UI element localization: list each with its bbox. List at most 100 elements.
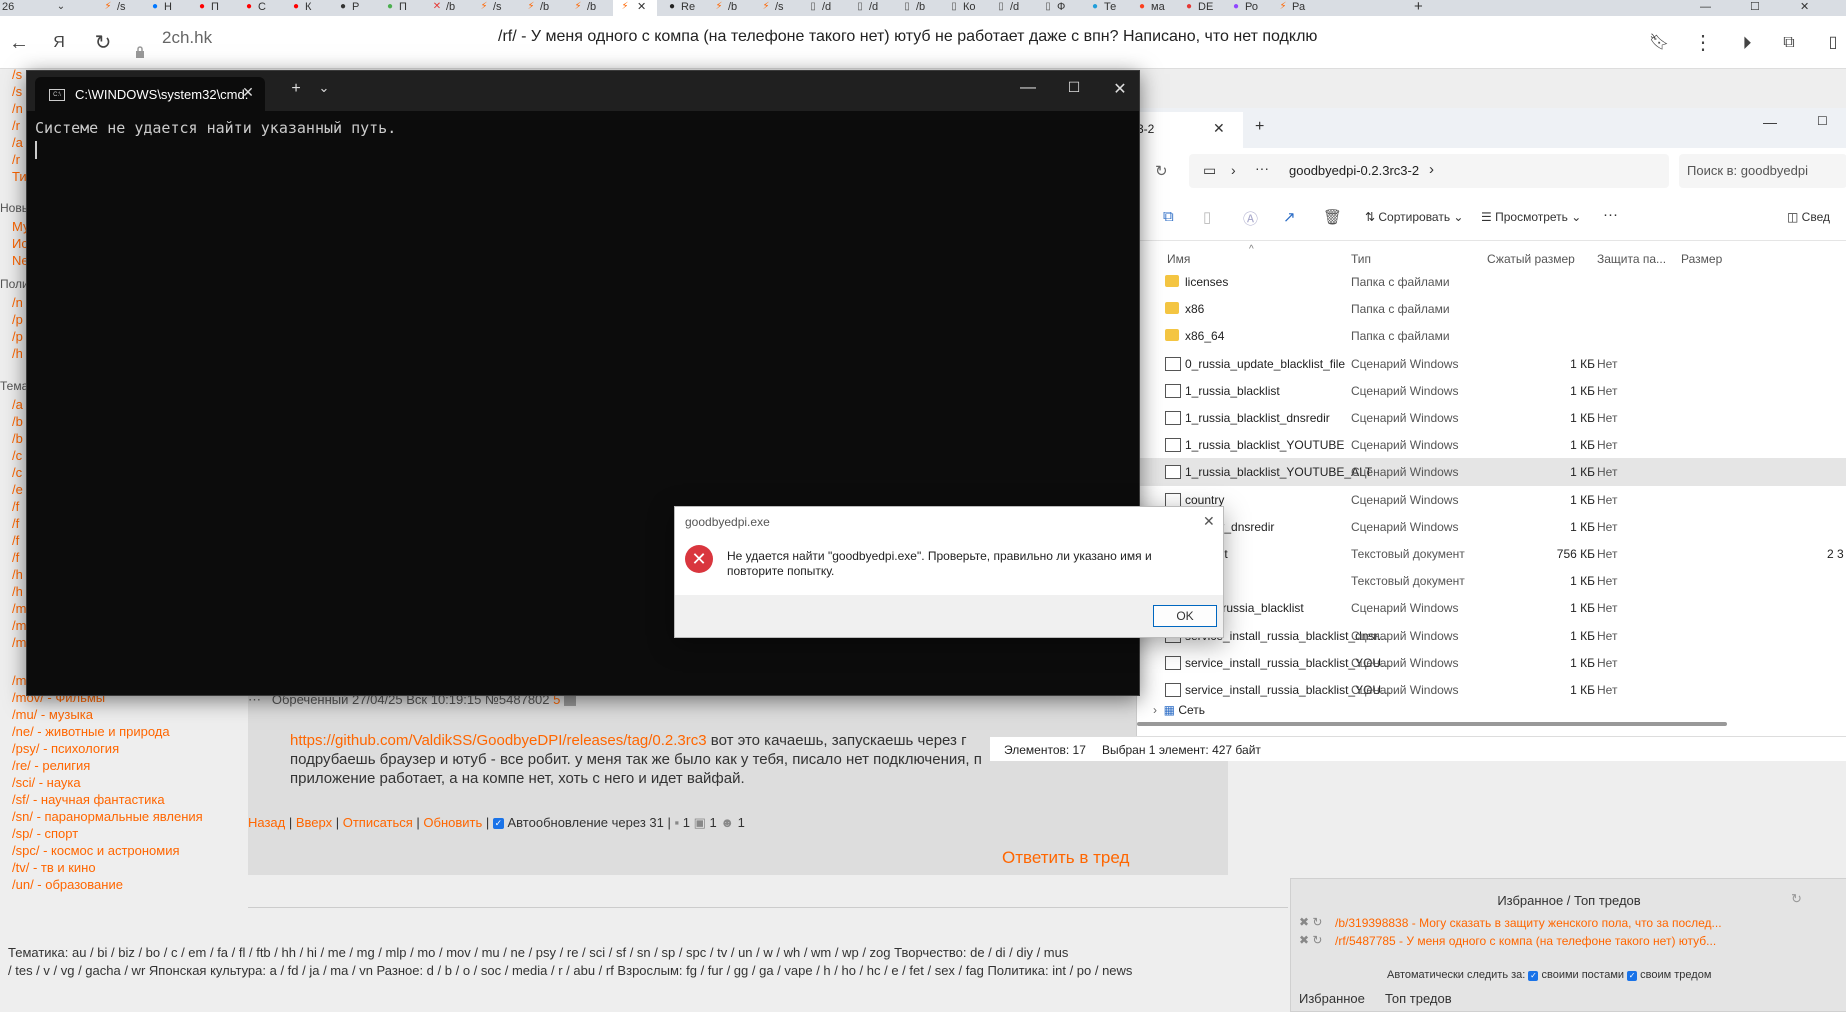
file-row[interactable]: x86 Папка с файлами	[1137, 295, 1846, 323]
browser-tab[interactable]: ▯ Ф	[1036, 0, 1080, 16]
file-row[interactable]: licenses Папка с файлами	[1137, 268, 1846, 296]
browser-tab[interactable]: ● DE	[1177, 0, 1221, 16]
bookmark-icon[interactable]: 🔖︎	[1646, 30, 1672, 56]
unsubscribe-link[interactable]: Отписаться	[343, 815, 413, 830]
sidebar-board-link[interactable]: /m	[12, 635, 26, 650]
more-icon[interactable]: ···	[1255, 160, 1269, 176]
remove-icon[interactable]: ✖ ↻	[1299, 915, 1322, 929]
sidebar-board-link[interactable]: /c	[12, 465, 22, 480]
column-type[interactable]: Тип	[1351, 252, 1371, 266]
sidebar-board-link[interactable]: /e	[12, 482, 23, 497]
browser-tab[interactable]: ⚡︎ /s	[472, 0, 516, 16]
cmd-tab[interactable]: C:\ C:\WINDOWS\system32\cmd. ✕	[35, 77, 265, 111]
copy-icon[interactable]: ⧉	[1163, 208, 1174, 225]
new-tab-icon[interactable]: +	[281, 80, 311, 98]
extensions-icon[interactable]: ⧉	[1776, 30, 1802, 56]
own-posts-checkbox[interactable]: ✓	[1528, 971, 1539, 981]
browser-tab[interactable]: ● Ро	[1224, 0, 1268, 16]
chevron-down-icon[interactable]: ⌄	[309, 80, 339, 96]
sidebar-board-link[interactable]: /a	[12, 135, 23, 150]
minimize-icon[interactable]: —	[1013, 79, 1043, 97]
file-row[interactable]: 0_russia_update_blacklist_file Сценарий W…	[1137, 350, 1846, 378]
browser-tab[interactable]: ▯ /d	[989, 0, 1033, 16]
column-size[interactable]: Размер	[1681, 252, 1722, 266]
sidebar-board-link[interactable]: /sn/ - паранормальные явления	[12, 809, 203, 824]
new-tab-icon[interactable]: +	[1255, 118, 1264, 136]
reload-icon[interactable]: ↻	[90, 30, 116, 56]
tab-favorites[interactable]: Избранное	[1299, 991, 1365, 1006]
refresh-icon[interactable]: ↻	[1791, 891, 1802, 907]
browser-tab[interactable]: ● П	[378, 0, 422, 16]
explorer-tab[interactable]: 3-2 ✕	[1137, 112, 1243, 148]
browser-tab[interactable]: ⚡︎ /s	[754, 0, 798, 16]
sidebar-board-link[interactable]: /f	[12, 550, 19, 565]
sidebar-board-link[interactable]: /f	[12, 533, 19, 548]
horizontal-scrollbar[interactable]	[1137, 722, 1727, 726]
sidebar-board-link[interactable]: /re/ - религия	[12, 758, 90, 773]
sidebar-board-link[interactable]: Ти	[12, 169, 27, 184]
delete-icon[interactable]: 🗑︎	[1323, 208, 1342, 226]
sidebar-board-link[interactable]: /b	[12, 414, 23, 429]
browser-tab[interactable]: ● П	[190, 0, 234, 16]
sidebar-board-link[interactable]: /c	[12, 448, 22, 463]
column-protection[interactable]: Защита па...	[1597, 252, 1666, 266]
sidebar-board-link[interactable]: /r	[12, 118, 20, 133]
url-text[interactable]: 2ch.hk	[162, 28, 212, 48]
nav-network[interactable]: › ▦ Сеть	[1153, 703, 1205, 717]
browser-tab[interactable]: ● ма	[1130, 0, 1174, 16]
sidebar-board-link[interactable]: /mu/ - музыка	[12, 707, 93, 722]
sidebar-board-link[interactable]: /sp/ - спорт	[12, 826, 78, 841]
minimize-icon[interactable]: —	[1700, 0, 1744, 16]
close-icon[interactable]: ✕	[1800, 0, 1844, 16]
close-icon[interactable]: ✕	[1213, 120, 1225, 137]
sidebar-board-link[interactable]: /n	[12, 101, 23, 116]
browser-tab[interactable]: ▯ /b	[895, 0, 939, 16]
sidebar-board-link[interactable]: /m	[12, 618, 26, 633]
close-icon[interactable]: ✕	[1203, 513, 1215, 530]
file-row[interactable]: x86_64 Папка с файлами	[1137, 322, 1846, 350]
remove-icon[interactable]: ✖ ↻	[1299, 933, 1322, 947]
browser-tab[interactable]: ● К	[284, 0, 328, 16]
file-row[interactable]: country Сценарий Windows 1 КБ Нет	[1137, 486, 1846, 514]
sidebar-board-link[interactable]: /p	[12, 329, 23, 344]
file-row[interactable]: 1_russia_blacklist Сценарий Windows 1 КБ Не…	[1137, 377, 1846, 405]
footer-boards-line1[interactable]: Тематика: au / bi / biz / bo / c / em / …	[8, 945, 1290, 960]
column-compressed-size[interactable]: Сжатый размер	[1487, 252, 1575, 266]
file-row[interactable]: 1_russia_blacklist_YOUTUBE_ALT Сценарий W…	[1137, 458, 1846, 487]
file-row[interactable]: 1_russia_blacklist_YOUTUBE Сценарий Windo…	[1137, 431, 1846, 459]
sidebar-board-link[interactable]: /f	[12, 499, 19, 514]
file-row[interactable]: outubeТекстовый документ1 КБНет	[1137, 567, 1846, 595]
file-row[interactable]: service_install_russia_blacklist_YOU... С…	[1137, 649, 1846, 677]
sidebar-board-link[interactable]: /h	[12, 584, 23, 599]
menu-dots-icon[interactable]: ⋮	[1690, 30, 1716, 56]
column-name[interactable]: Имя	[1167, 252, 1190, 266]
minimize-icon[interactable]: —	[1763, 114, 1777, 130]
sort-button[interactable]: ⇅ Сортировать ⌄	[1365, 210, 1463, 224]
post-link[interactable]: https://github.com/ValdikSS/GoodbyeDPI/r…	[290, 732, 707, 749]
search-input[interactable]: Поиск в: goodbyedpi	[1679, 154, 1846, 188]
file-row[interactable]: country_dnsredir Сценарий Windows 1 КБ Нет	[1137, 513, 1846, 541]
new-tab-icon[interactable]: +	[1414, 0, 1458, 16]
file-row[interactable]: install_russia_blacklist Сценарий Windows…	[1137, 594, 1846, 622]
browser-tab[interactable]: ⚡︎ /b	[519, 0, 563, 16]
sidebar-board-link[interactable]: /s	[12, 67, 22, 82]
play-icon[interactable]	[564, 695, 576, 707]
sidebar-board-link[interactable]: /sf/ - научная фантастика	[12, 792, 165, 807]
details-button[interactable]: ◫ Свед	[1787, 210, 1830, 224]
sidebar-board-link[interactable]: /ne/ - животные и природа	[12, 724, 170, 739]
autoupdate-checkbox[interactable]: ✓	[492, 818, 504, 830]
file-row[interactable]: service_install_russia_blacklist_dnsr...…	[1137, 622, 1846, 650]
file-row[interactable]: service_install_russia_blacklist_YOU... С…	[1137, 676, 1846, 704]
tab-top-threads[interactable]: Топ тредов	[1385, 991, 1452, 1006]
sidebar-icon[interactable]: ▯	[1820, 30, 1846, 56]
browser-tab[interactable]: ● С	[237, 0, 281, 16]
sidebar-board-link[interactable]: /b	[12, 431, 23, 446]
file-row[interactable]: 1_russia_blacklist_dnsredir Сценарий Wind…	[1137, 404, 1846, 432]
close-icon[interactable]: ✕	[1105, 79, 1135, 99]
sidebar-board-link[interactable]: /n	[12, 295, 23, 310]
back-arrow-icon[interactable]: ←	[6, 30, 32, 56]
refresh-icon[interactable]: ↻	[1155, 162, 1168, 180]
sidebar-board-link[interactable]: /r	[12, 152, 20, 167]
sidebar-board-link[interactable]: /sci/ - наука	[12, 775, 81, 790]
sidebar-board-link[interactable]: /f	[12, 516, 19, 531]
